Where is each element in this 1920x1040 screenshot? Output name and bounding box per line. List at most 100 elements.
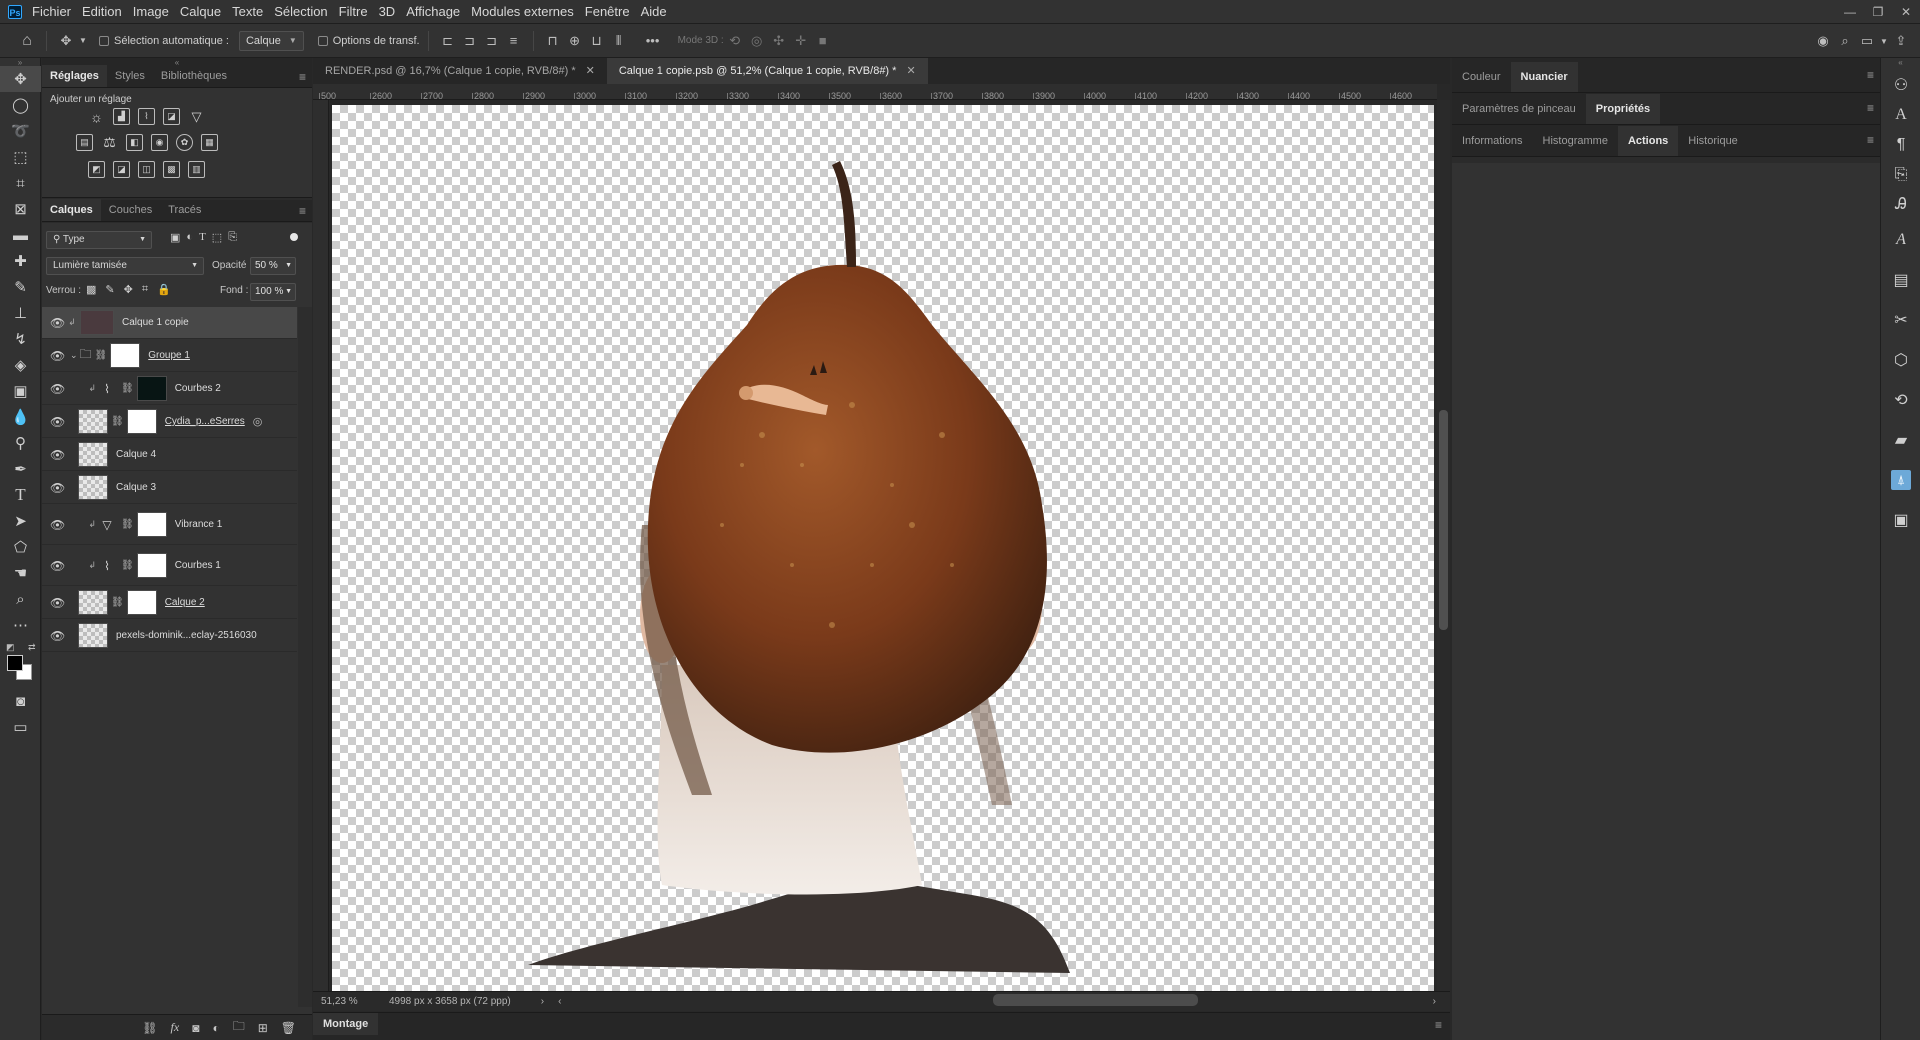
layer-name[interactable]: Courbes 2	[175, 383, 221, 394]
lasso-tool-icon[interactable]: ➰	[0, 118, 41, 144]
menu-modules-externes[interactable]: Modules externes	[471, 4, 574, 19]
tab-styles[interactable]: Styles	[107, 65, 153, 87]
exposure-icon[interactable]: ◪	[163, 108, 180, 125]
filter-adjustment-icon[interactable]: ◐	[186, 231, 193, 244]
chevron-down-icon[interactable]: ⌄	[70, 350, 78, 361]
filter-smart-icon[interactable]: ⎘	[228, 231, 237, 244]
tab-historique[interactable]: Historique	[1678, 126, 1748, 156]
quick-mask-icon[interactable]: ◙	[0, 688, 41, 714]
visibility-eye-icon[interactable]: 👁	[50, 349, 65, 363]
panel-menu-icon[interactable]: ≡	[1435, 1018, 1442, 1032]
scroll-right-icon[interactable]: ›	[1433, 996, 1436, 1007]
restore-icon[interactable]: ❐	[1864, 0, 1892, 24]
blend-mode-dropdown[interactable]: Lumière tamisée ▼	[46, 257, 204, 275]
posterize-icon[interactable]: ◪	[113, 161, 130, 178]
filter-pixel-icon[interactable]: ▣	[170, 231, 180, 244]
chevron-down-icon[interactable]: ▼	[77, 30, 89, 52]
move-tool-icon[interactable]: ✥	[0, 66, 41, 92]
visibility-eye-icon[interactable]: 👁	[50, 316, 65, 330]
align-middle-icon[interactable]: ⊕	[564, 30, 586, 52]
zoom-tool-icon[interactable]: ⌕	[0, 586, 41, 612]
visibility-eye-icon[interactable]: 👁	[50, 518, 65, 532]
3d-panel-icon[interactable]: ⬡	[1881, 340, 1920, 380]
transform-controls-checkbox[interactable]	[317, 35, 328, 46]
levels-icon[interactable]: ▟	[113, 108, 130, 125]
layer-name[interactable]: Groupe 1	[148, 350, 190, 361]
layer-name[interactable]: Cydia_p...eSerres	[165, 416, 247, 427]
layer-row[interactable]: 👁 ⛓ Cydia_p...eSerres ◎	[42, 406, 297, 438]
visibility-eye-icon[interactable]: 👁	[50, 415, 65, 429]
crop-tool-icon[interactable]: ⌗	[0, 170, 41, 196]
tab-couches[interactable]: Couches	[101, 199, 160, 221]
foreground-color-swatch[interactable]	[7, 655, 23, 671]
menu-edition[interactable]: Edition	[82, 4, 122, 19]
collapse-icon[interactable]: «	[1881, 58, 1920, 70]
orbit-3d-icon[interactable]: ⟲	[724, 30, 746, 52]
tool-presets-icon[interactable]: ✂	[1881, 300, 1920, 340]
paragraph-styles-icon[interactable]: ▤	[1881, 260, 1920, 300]
smart-filter-icon[interactable]: ◎	[253, 415, 263, 428]
scroll-left-icon[interactable]: ‹	[558, 996, 561, 1007]
align-bottom-icon[interactable]: ⊔	[586, 30, 608, 52]
menu-selection[interactable]: Sélection	[274, 4, 327, 19]
document-canvas[interactable]	[332, 105, 1434, 991]
link-layers-icon[interactable]: ⛓	[142, 1021, 157, 1035]
new-group-icon[interactable]: 🗀	[233, 1017, 245, 1038]
layer-name[interactable]: Courbes 1	[175, 560, 221, 571]
menu-3d[interactable]: 3D	[379, 4, 396, 19]
layer-row[interactable]: 👁 ↲ ⌇ ⛓ Courbes 1	[42, 546, 297, 586]
align-right-icon[interactable]: ⊐	[481, 30, 503, 52]
tab-couleur[interactable]: Couleur	[1452, 62, 1511, 92]
tab-montage[interactable]: Montage	[313, 1013, 379, 1035]
menu-calque[interactable]: Calque	[180, 4, 221, 19]
close-icon[interactable]: ✕	[906, 65, 915, 77]
lock-all-icon[interactable]: 🔒	[157, 283, 171, 296]
camera-3d-icon[interactable]: ■	[812, 30, 834, 52]
layer-name[interactable]: pexels-dominik...eclay-2516030	[116, 630, 257, 641]
roll-3d-icon[interactable]: ◎	[746, 30, 768, 52]
path-select-tool-icon[interactable]: ➤	[0, 508, 41, 534]
hue-saturation-icon[interactable]: ▤	[76, 134, 93, 151]
gradient-tool-icon[interactable]: ▣	[0, 378, 41, 404]
tab-parametres-pinceau[interactable]: Paramètres de pinceau	[1452, 94, 1586, 124]
visibility-eye-icon[interactable]: 👁	[50, 596, 65, 610]
align-top-icon[interactable]: ⊓	[542, 30, 564, 52]
lock-transparency-icon[interactable]: ▩	[86, 283, 96, 296]
minimize-icon[interactable]: —	[1836, 0, 1864, 24]
menu-fichier[interactable]: Fichier	[32, 4, 71, 19]
edit-toolbar-icon[interactable]: ⋯	[0, 612, 41, 638]
layer-name[interactable]: Calque 2	[165, 597, 205, 608]
curves-icon[interactable]: ⌇	[138, 108, 155, 125]
doc-tab-calque-1-copie[interactable]: Calque 1 copie.psb @ 51,2% (Calque 1 cop…	[606, 58, 928, 84]
align-center-h-icon[interactable]: ⊐	[459, 30, 481, 52]
threshold-icon[interactable]: ◫	[138, 161, 155, 178]
distribute-h-icon[interactable]: ≡	[503, 30, 525, 52]
brush-tool-icon[interactable]: ✎	[0, 274, 41, 300]
menu-filtre[interactable]: Filtre	[339, 4, 368, 19]
learn-panel-icon[interactable]: ⚇	[1881, 70, 1920, 100]
auto-select-checkbox[interactable]	[99, 35, 109, 46]
history-brush-tool-icon[interactable]: ↯	[0, 326, 41, 352]
menu-image[interactable]: Image	[133, 4, 169, 19]
opacity-input[interactable]: 50 % ▼	[250, 257, 296, 275]
hand-tool-icon[interactable]: ☚	[0, 560, 41, 586]
gradient-map-icon[interactable]: ▥	[188, 161, 205, 178]
layer-row[interactable]: 👁 Calque 4	[42, 439, 297, 471]
new-adjustment-icon[interactable]: ◐	[212, 1021, 219, 1035]
menu-fenetre[interactable]: Fenêtre	[585, 4, 630, 19]
photo-filter-icon[interactable]: ◉	[151, 134, 168, 151]
layer-row[interactable]: 👁 Calque 3	[42, 472, 297, 504]
lock-pixels-icon[interactable]: ✎	[105, 283, 114, 296]
tab-actions[interactable]: Actions	[1617, 126, 1679, 156]
learn-icon[interactable]: ◉	[1812, 30, 1834, 52]
doc-tab-render[interactable]: RENDER.psd @ 16,7% (Calque 1 copie, RVB/…	[313, 58, 607, 84]
vertical-scroll-thumb[interactable]	[1439, 410, 1448, 630]
add-mask-icon[interactable]: ◙	[192, 1021, 199, 1035]
chevron-right-icon[interactable]: ›	[541, 996, 544, 1007]
lock-position-icon[interactable]: ✥	[124, 283, 133, 296]
brightness-contrast-icon[interactable]: ☼	[88, 108, 105, 125]
fill-input[interactable]: 100 % ▼	[250, 283, 296, 301]
workspace-icon[interactable]: ▭	[1856, 30, 1878, 52]
navigator-panel-icon[interactable]: ⍋	[1881, 460, 1920, 500]
search-icon[interactable]: ⌕	[1834, 30, 1856, 52]
